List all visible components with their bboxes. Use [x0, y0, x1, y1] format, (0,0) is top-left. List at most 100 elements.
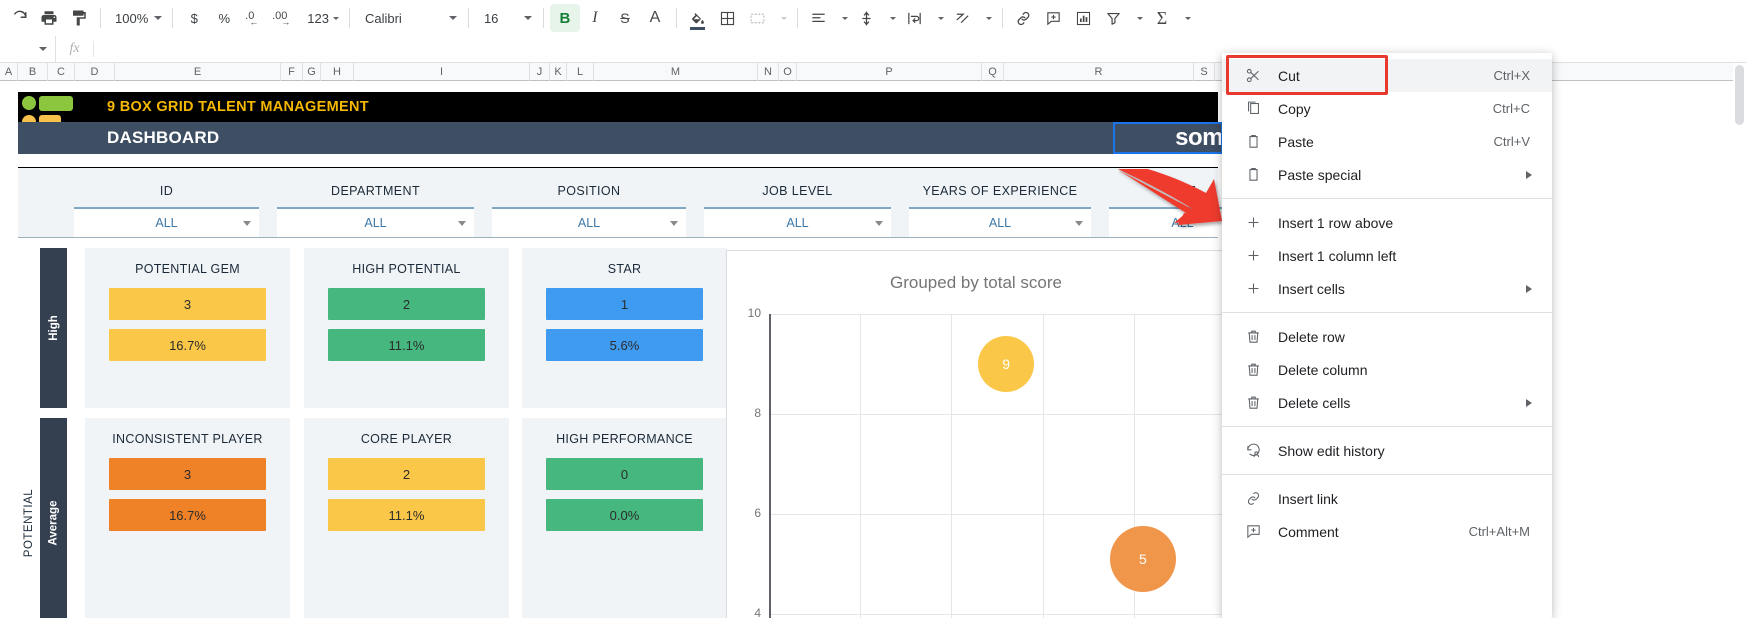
borders-icon[interactable]	[713, 4, 743, 32]
column-header-j[interactable]: J	[530, 63, 550, 81]
filter-group-years-of-experience: YEARS OF EXPERIENCE ALL	[900, 168, 1100, 239]
menu-item-insert-link[interactable]: Insert link	[1222, 482, 1552, 515]
column-header-e[interactable]: E	[115, 63, 281, 81]
number-format-menu[interactable]: 123	[299, 5, 343, 31]
merge-cells-menu[interactable]	[773, 5, 791, 31]
scrollbar-thumb[interactable]	[1735, 65, 1744, 125]
column-header-b[interactable]: B	[18, 63, 48, 81]
menu-item-show-edit-history[interactable]: Show edit history	[1222, 434, 1552, 467]
filter-dropdown-years-of-experience[interactable]: ALL	[909, 207, 1091, 237]
menu-item-delete-cells[interactable]: Delete cells	[1222, 386, 1552, 419]
bubble-chart[interactable]: Grouped by total score 10 8 6 4 9 5	[726, 250, 1226, 618]
nine-box-title: HIGH PERFORMANCE	[556, 432, 693, 446]
nine-box-cell: CORE PLAYER 2 11.1%	[304, 418, 509, 618]
column-header-g[interactable]: G	[303, 63, 321, 81]
menu-item-delete-column[interactable]: Delete column	[1222, 353, 1552, 386]
column-header-l[interactable]: L	[567, 63, 594, 81]
text-rotation-icon[interactable]	[948, 4, 978, 32]
menu-item-comment[interactable]: Comment Ctrl+Alt+M	[1222, 515, 1552, 548]
text-wrap-icon[interactable]	[900, 4, 930, 32]
column-header-i[interactable]: I	[354, 63, 530, 81]
chart-bubble[interactable]: 5	[1109, 526, 1176, 592]
horizontal-align-menu[interactable]	[834, 5, 852, 31]
page-subtitle: DASHBOARD	[107, 128, 220, 147]
menu-separator	[1222, 474, 1552, 475]
filter-dropdown-department[interactable]: ALL	[277, 207, 474, 237]
filter-value: ALL	[988, 216, 1012, 230]
redo-icon[interactable]	[4, 4, 34, 32]
toolbar-divider	[1001, 8, 1003, 28]
menu-item-cut[interactable]: Cut Ctrl+X	[1222, 59, 1552, 92]
column-header-m[interactable]: M	[594, 63, 758, 81]
filter-dropdown-id[interactable]: ALL	[74, 207, 259, 237]
column-header-p[interactable]: P	[797, 63, 982, 81]
column-header-a[interactable]: A	[0, 63, 18, 81]
nine-box-cell: POTENTIAL GEM 3 16.7%	[85, 248, 290, 408]
menu-item-insert-1-column-left[interactable]: Insert 1 column left	[1222, 239, 1552, 272]
font-family-value: Calibri	[364, 10, 402, 26]
vertical-align-icon[interactable]	[852, 4, 882, 32]
menu-separator	[1222, 198, 1552, 199]
print-icon[interactable]	[34, 4, 64, 32]
column-header-q[interactable]: Q	[982, 63, 1004, 81]
strikethrough-button[interactable]: S	[610, 4, 640, 32]
menu-item-label: Show edit history	[1278, 442, 1385, 459]
text-rotation-menu[interactable]	[978, 5, 996, 31]
column-header-n[interactable]: N	[758, 63, 779, 81]
fill-color-icon[interactable]	[683, 4, 713, 32]
menu-item-paste-special[interactable]: Paste special	[1222, 158, 1552, 191]
someka-logo-cell[interactable]: som	[1113, 122, 1223, 154]
column-header-f[interactable]: F	[281, 63, 303, 81]
filter-dropdown-position[interactable]: ALL	[492, 207, 686, 237]
column-header-c[interactable]: C	[48, 63, 75, 81]
font-size-select[interactable]: 16	[475, 5, 537, 31]
column-header-s[interactable]: S	[1194, 63, 1215, 81]
insert-comment-icon[interactable]	[1039, 4, 1069, 32]
bold-button[interactable]: B	[549, 4, 580, 32]
menu-item-delete-row[interactable]: Delete row	[1222, 320, 1552, 353]
currency-format-button[interactable]: $	[179, 4, 209, 32]
text-color-button[interactable]: A	[640, 4, 670, 32]
sigma-icon[interactable]: Σ	[1147, 4, 1177, 32]
create-filter-icon[interactable]	[1099, 4, 1129, 32]
filter-dropdown-job-level[interactable]: ALL	[704, 207, 891, 237]
merge-cells-icon[interactable]	[743, 4, 773, 32]
chevron-down-icon	[154, 16, 163, 20]
clipboard-icon	[1242, 165, 1264, 185]
italic-button[interactable]: I	[580, 4, 610, 32]
increase-decimal-button[interactable]: .00 →	[269, 4, 299, 32]
paint-format-icon[interactable]	[64, 4, 94, 32]
zoom-control[interactable]: 100%	[107, 5, 166, 31]
context-menu[interactable]: Cut Ctrl+X Copy Ctrl+C Paste Ctrl+V Paste spec…	[1222, 53, 1552, 618]
column-header-o[interactable]: O	[779, 63, 797, 81]
vertical-align-menu[interactable]	[882, 5, 900, 31]
horizontal-align-icon[interactable]	[804, 4, 834, 32]
nine-box-cell: HIGH PERFORMANCE 0 0.0%	[522, 418, 727, 618]
menu-item-paste[interactable]: Paste Ctrl+V	[1222, 125, 1552, 158]
chart-gridline-horizontal	[769, 414, 1225, 415]
toolbar-divider	[675, 8, 677, 28]
filter-group-id: ID ALL	[65, 168, 268, 239]
create-filter-menu[interactable]	[1129, 5, 1147, 31]
menu-item-copy[interactable]: Copy Ctrl+C	[1222, 92, 1552, 125]
insert-chart-icon[interactable]	[1069, 4, 1099, 32]
menu-item-insert-1-row-above[interactable]: Insert 1 row above	[1222, 206, 1552, 239]
column-header-d[interactable]: D	[75, 63, 115, 81]
nine-box-percent: 16.7%	[109, 329, 266, 361]
functions-menu[interactable]	[1177, 5, 1195, 31]
chart-bubble[interactable]: 9	[978, 336, 1035, 392]
font-family-select[interactable]: Calibri	[356, 5, 462, 31]
column-header-r[interactable]: R	[1004, 63, 1194, 81]
decrease-decimal-button[interactable]: .0 ←	[239, 4, 269, 32]
column-header-h[interactable]: H	[321, 63, 354, 81]
name-box[interactable]	[0, 36, 56, 62]
percent-format-button[interactable]: %	[209, 4, 239, 32]
text-wrap-menu[interactable]	[930, 5, 948, 31]
vertical-scrollbar[interactable]	[1733, 63, 1746, 618]
column-header-k[interactable]: K	[550, 63, 567, 81]
chart-y-tick-label: 10	[747, 306, 761, 320]
nine-box-cell: INCONSISTENT PLAYER 3 16.7%	[85, 418, 290, 618]
menu-item-insert-cells[interactable]: Insert cells	[1222, 272, 1552, 305]
toolbar-divider	[100, 8, 101, 28]
insert-link-icon[interactable]	[1009, 4, 1039, 32]
